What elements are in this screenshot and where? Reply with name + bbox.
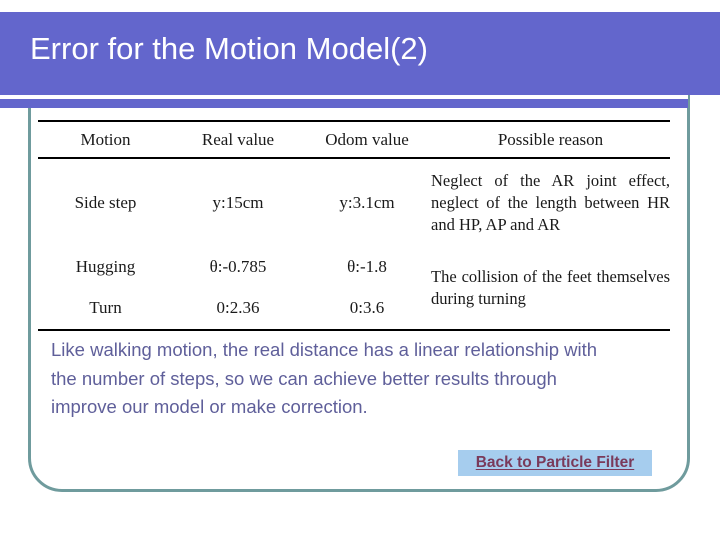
link-selection-highlight: Back to Particle Filter bbox=[458, 450, 652, 476]
table-row: Side step y:15cm y:3.1cm Neglect of the … bbox=[38, 159, 670, 247]
column-header-possible-reason: Possible reason bbox=[497, 129, 604, 149]
cell-possible-reason-merged: The collision of the feet themselves dur… bbox=[431, 267, 670, 308]
motion-error-table: Motion Real value Odom value Possible re… bbox=[38, 120, 670, 332]
table-rule-bottom bbox=[38, 329, 670, 332]
cell-motion: Turn bbox=[89, 298, 122, 317]
page-title: Error for the Motion Model(2) bbox=[30, 31, 428, 66]
column-header-motion: Motion bbox=[80, 129, 131, 149]
title-banner-footer-bar bbox=[0, 99, 688, 108]
column-header-odom-value: Odom value bbox=[325, 129, 409, 149]
back-to-particle-filter-link[interactable]: Back to Particle Filter bbox=[458, 450, 652, 476]
body-paragraph: Like walking motion, the real distance h… bbox=[51, 339, 598, 417]
cell-real-value: θ:-0.785 bbox=[209, 257, 267, 276]
cell-motion: Side step bbox=[74, 193, 137, 212]
cell-odom-value: θ:-1.8 bbox=[347, 257, 387, 276]
cell-odom-value: y:3.1cm bbox=[339, 193, 395, 212]
table-row: Hugging θ:-0.785 θ:-1.8 The collision of… bbox=[38, 247, 670, 308]
table-header-row: Motion Real value Odom value Possible re… bbox=[38, 122, 670, 158]
column-header-real-value: Real value bbox=[201, 129, 275, 149]
cell-real-value: y:15cm bbox=[212, 193, 264, 212]
cell-real-value: 0:2.36 bbox=[216, 298, 260, 317]
cell-odom-value: 0:3.6 bbox=[349, 298, 385, 317]
cell-motion: Hugging bbox=[75, 257, 136, 276]
cell-possible-reason: Neglect of the AR joint effect, neglect … bbox=[431, 171, 670, 234]
